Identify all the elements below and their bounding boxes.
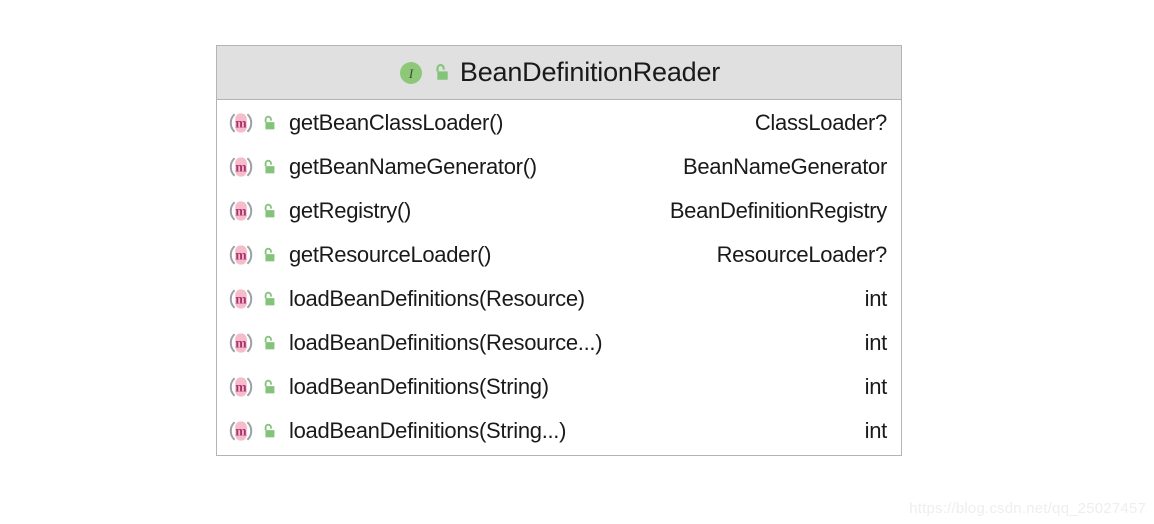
table-row[interactable]: m loadBeanDefinitions(Resource...) int — [217, 321, 901, 365]
public-visibility-icon — [260, 114, 279, 133]
page-title: BeanDefinitionReader — [459, 57, 721, 87]
public-visibility-icon — [260, 290, 279, 309]
svg-text:m: m — [235, 424, 247, 439]
member-icon-group: m — [226, 284, 279, 314]
method-icon: m — [226, 196, 256, 226]
member-signature: getRegistry() — [289, 198, 412, 223]
public-visibility-icon — [260, 246, 279, 265]
svg-text:m: m — [235, 204, 247, 219]
member-return-type: int — [864, 286, 888, 311]
svg-text:m: m — [235, 248, 247, 263]
svg-text:m: m — [235, 292, 247, 307]
diagram-canvas: I BeanDefinitionReader m getBeanClassLoa… — [0, 0, 1154, 524]
member-icon-group: m — [226, 416, 279, 446]
table-row[interactable]: m loadBeanDefinitions(String...) int — [217, 409, 901, 453]
svg-text:I: I — [408, 66, 414, 81]
table-row[interactable]: m getResourceLoader() ResourceLoader? — [217, 233, 901, 277]
member-signature: loadBeanDefinitions(String) — [289, 374, 549, 399]
member-icon-group: m — [226, 152, 279, 182]
public-visibility-icon — [260, 422, 279, 441]
member-icon-group: m — [226, 328, 279, 358]
member-return-type: int — [864, 374, 888, 399]
table-row[interactable]: m getRegistry() BeanDefinitionRegistry — [217, 189, 901, 233]
method-icon: m — [226, 372, 256, 402]
uml-class-header[interactable]: I BeanDefinitionReader — [217, 46, 901, 100]
member-signature: getBeanClassLoader() — [289, 110, 504, 135]
table-row[interactable]: m loadBeanDefinitions(String) int — [217, 365, 901, 409]
member-return-type: ResourceLoader? — [716, 242, 888, 267]
watermark-text: https://blog.csdn.net/qq_25027457 — [909, 500, 1146, 517]
method-icon: m — [226, 328, 256, 358]
method-icon: m — [226, 416, 256, 446]
member-return-type: ClassLoader? — [754, 110, 887, 135]
member-signature: loadBeanDefinitions(String...) — [289, 418, 567, 443]
uml-members-list: m getBeanClassLoader() ClassLoader? m ge… — [217, 100, 901, 455]
public-visibility-icon — [260, 158, 279, 177]
table-row[interactable]: m getBeanClassLoader() ClassLoader? — [217, 101, 901, 145]
uml-class-box[interactable]: I BeanDefinitionReader m getBeanClassLoa… — [216, 45, 902, 456]
svg-text:m: m — [235, 380, 247, 395]
interface-icon: I — [398, 60, 424, 86]
member-return-type: BeanDefinitionRegistry — [669, 198, 887, 223]
svg-text:m: m — [235, 116, 247, 131]
method-icon: m — [226, 284, 256, 314]
member-icon-group: m — [226, 240, 279, 270]
member-signature: getBeanNameGenerator() — [289, 154, 537, 179]
member-icon-group: m — [226, 108, 279, 138]
public-visibility-icon — [260, 334, 279, 353]
table-row[interactable]: m loadBeanDefinitions(Resource) int — [217, 277, 901, 321]
member-return-type: BeanNameGenerator — [682, 154, 887, 179]
member-signature: getResourceLoader() — [289, 242, 492, 267]
method-icon: m — [226, 152, 256, 182]
svg-text:m: m — [235, 160, 247, 175]
svg-text:m: m — [235, 336, 247, 351]
member-signature: loadBeanDefinitions(Resource...) — [289, 330, 603, 355]
table-row[interactable]: m getBeanNameGenerator() BeanNameGenerat… — [217, 145, 901, 189]
member-icon-group: m — [226, 196, 279, 226]
public-visibility-icon — [260, 202, 279, 221]
member-return-type: int — [864, 330, 888, 355]
member-icon-group: m — [226, 372, 279, 402]
member-signature: loadBeanDefinitions(Resource) — [289, 286, 585, 311]
member-return-type: int — [864, 418, 888, 443]
public-visibility-icon — [431, 62, 453, 84]
public-visibility-icon — [260, 378, 279, 397]
method-icon: m — [226, 240, 256, 270]
method-icon: m — [226, 108, 256, 138]
